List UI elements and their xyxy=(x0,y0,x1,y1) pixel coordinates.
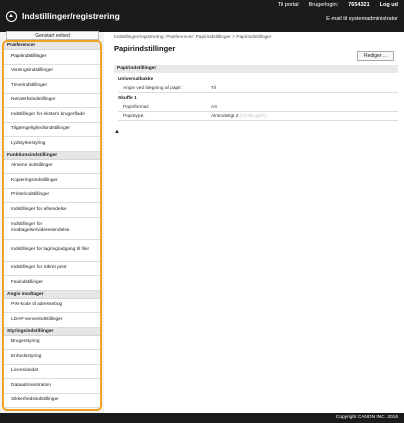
portal-link[interactable]: Til portal xyxy=(278,2,299,8)
settings-logo-icon xyxy=(6,11,17,22)
sidebar-group-header: Præferencer xyxy=(4,42,100,50)
sidebar-group-header: Funktionsindstillinger xyxy=(4,151,100,160)
email-admin-link[interactable]: E-mail til systemadministrator xyxy=(326,16,398,22)
settings-menu: Præferencer Papirindstillinger Visningsind… xyxy=(4,42,100,408)
paper-weight-value: (75-90 g/m²) xyxy=(239,114,267,119)
top-links: Til portal Brugerlogin: 7654321 Log ud xyxy=(278,2,398,8)
settings-menu-highlight: Præferencer Papirindstillinger Visningsind… xyxy=(2,40,102,411)
universal-tray-title: Universalbakke xyxy=(118,77,154,82)
sidebar-item[interactable]: LDAP-serverindstillinger xyxy=(4,313,100,328)
settings-row: Angiv ved ilægning af papir: Til xyxy=(118,85,398,93)
sidebar: Genstart enhed Præferencer Papirindstilli… xyxy=(0,31,104,413)
settings-row: Papirtype: Almindeligt 2 (75-90 g/m²) xyxy=(118,113,398,121)
sidebar-item[interactable]: Printerindstillinger xyxy=(4,189,100,203)
sidebar-item[interactable]: Enhedsstyring xyxy=(4,350,100,365)
sidebar-item[interactable]: Licens/andet xyxy=(4,365,100,379)
restart-device-wrapper: Genstart enhed xyxy=(6,28,99,40)
breadcrumb: Indstillinger/registrering: Præferencer:… xyxy=(114,35,272,40)
sidebar-item[interactable]: Tilgængelighedsindstillinger xyxy=(4,123,100,137)
scroll-top-icon[interactable]: ▲ xyxy=(114,129,120,135)
user-login-label: Brugerlogin: xyxy=(308,2,339,8)
sidebar-item[interactable]: Visningsindstillinger xyxy=(4,65,100,79)
sidebar-item[interactable]: Indstillinger for Sikret print xyxy=(4,262,100,276)
sidebar-item[interactable]: Indstillinger for afsendelse xyxy=(4,203,100,218)
sidebar-item[interactable]: Brugerstyring xyxy=(4,336,100,350)
row-value: Almindeligt 2 (75-90 g/m²) xyxy=(211,114,266,119)
sidebar-group-header: Styringsindstillinger xyxy=(4,327,100,336)
restart-device-button[interactable]: Genstart enhed xyxy=(6,31,99,40)
sidebar-item[interactable]: Netværksindstillinger xyxy=(4,94,100,108)
app-title: Indstillinger/registrering xyxy=(22,11,120,21)
main-content: Indstillinger/registrering: Præferencer:… xyxy=(110,32,404,413)
settings-row: Papirformat: A4 xyxy=(118,104,398,112)
logout-link[interactable]: Log ud xyxy=(380,2,398,8)
user-id: 7654321 xyxy=(348,2,370,8)
footer: Copyright CANON INC. 2016 xyxy=(0,413,404,423)
sidebar-item[interactable]: Kopieringsindstillinger xyxy=(4,174,100,189)
sidebar-item[interactable]: PIN-kode til adressebog xyxy=(4,299,100,313)
sidebar-item[interactable]: Lydstyrkestyring xyxy=(4,137,100,152)
sidebar-item[interactable]: Almene indstillinger xyxy=(4,160,100,174)
sidebar-item[interactable]: Sikkerhedsindstillinger xyxy=(4,394,100,408)
sidebar-item[interactable]: Papirindstillinger xyxy=(4,50,100,65)
row-value: Til xyxy=(211,86,216,91)
sidebar-item[interactable]: Indstillinger for modtagelse/videresende… xyxy=(4,218,100,240)
sidebar-group-header: Angiv modtager xyxy=(4,290,100,299)
sidebar-item[interactable]: Timerindstillinger xyxy=(4,79,100,94)
row-label: Angiv ved ilægning af papir: xyxy=(123,86,183,91)
drawer-title: Skuffe 1 xyxy=(118,96,137,101)
sidebar-item[interactable]: Indstillinger for lagring/adgang til fil… xyxy=(4,240,100,262)
sidebar-item[interactable]: Dataadministration xyxy=(4,379,100,394)
row-label: Papirtype: xyxy=(123,114,145,119)
section-header: Papirindstillinger xyxy=(114,65,398,73)
row-value: A4 xyxy=(211,105,217,110)
sidebar-item[interactable]: Indstillinger for ekstern brugerflade xyxy=(4,108,100,123)
sidebar-item[interactable]: Faxindstillinger xyxy=(4,276,100,291)
edit-button[interactable]: Rediger ... xyxy=(357,51,394,61)
page-title: Papirindstillinger xyxy=(114,44,176,53)
row-label: Papirformat: xyxy=(123,105,150,110)
copyright: Copyright CANON INC. 2016 xyxy=(335,415,398,420)
paper-type-value: Almindeligt 2 xyxy=(211,114,239,119)
